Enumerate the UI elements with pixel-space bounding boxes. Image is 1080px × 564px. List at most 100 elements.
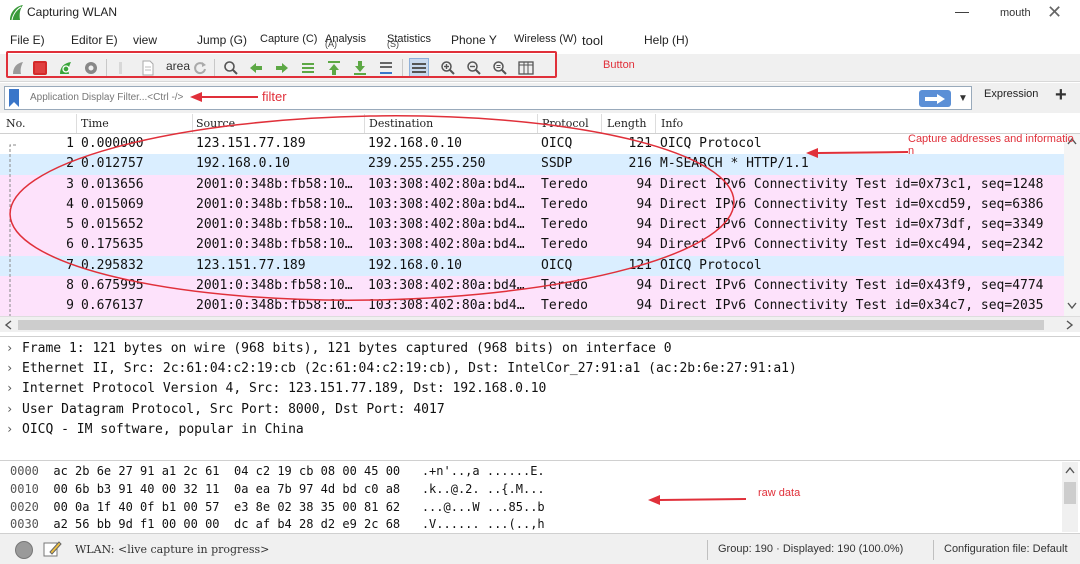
hex-bytes: a2 56 bb 9d f1 00 00 00 dc af b4 28 d2 e… (53, 517, 401, 531)
zoom-normal-icon[interactable] (490, 58, 510, 78)
hex-offset: 0030 (10, 517, 39, 531)
capture-comment-icon[interactable] (42, 539, 62, 559)
close-window-button[interactable]: ✕ (1047, 3, 1062, 21)
zoom-in-icon[interactable] (438, 58, 458, 78)
menu-tools[interactable]: tool (582, 33, 603, 48)
packet-list-annotation-arrow (806, 148, 909, 158)
auto-scroll-icon[interactable] (376, 58, 396, 78)
filter-annotation-label: filter (262, 89, 287, 104)
menu-statistics-accel: (S) (387, 39, 399, 49)
go-back-icon[interactable] (246, 58, 266, 78)
scrollbar-thumb[interactable] (1064, 482, 1076, 504)
detail-frame: Frame 1: 121 bytes on wire (968 bits), 1… (22, 341, 672, 356)
hex-offset: 0020 (10, 500, 39, 514)
restart-capture-icon[interactable] (55, 58, 75, 78)
zoom-out-icon[interactable] (464, 58, 484, 78)
shark-fin-logo-icon (10, 5, 23, 21)
bookmark-icon[interactable] (9, 89, 19, 107)
resize-columns-icon[interactable] (516, 58, 536, 78)
open-file-icon[interactable] (112, 58, 132, 78)
toolbar-separator (106, 59, 107, 77)
toolbar-annotation-label: Button (603, 59, 635, 71)
filter-history-dropdown[interactable]: ▼ (958, 93, 968, 104)
user-label: mouth (1000, 7, 1031, 19)
go-first-packet-icon[interactable] (324, 58, 344, 78)
bytes-vertical-scrollbar[interactable] (1062, 462, 1078, 532)
hex-ascii: .V...... ...(..,h (421, 517, 545, 531)
hex-bytes: 00 0a 1f 40 0f b1 00 57 e3 8e 02 38 35 0… (53, 500, 401, 514)
detail-tree-item[interactable]: › Ethernet II, Src: 2c:61:04:c2:19:cb (2c… (6, 361, 797, 381)
detail-tree-item[interactable]: › OICQ - IM software, popular in China (6, 422, 304, 442)
start-capture-icon[interactable] (8, 58, 28, 78)
detail-udp: User Datagram Protocol, Src Port: 8000, … (22, 402, 445, 417)
detail-ethernet: Ethernet II, Src: 2c:61:04:c2:19:cb (2c:… (22, 361, 797, 376)
menu-capture[interactable]: Capture (C) (260, 33, 317, 45)
expression-button[interactable]: Expression (984, 88, 1038, 100)
expand-chevron-icon[interactable]: › (6, 341, 22, 355)
menu-wireless[interactable]: Wireless (W) (514, 33, 577, 45)
scroll-right-icon[interactable] (1066, 320, 1074, 330)
filter-annotation-arrow (190, 92, 258, 102)
detail-ipv4: Internet Protocol Version 4, Src: 123.15… (22, 381, 547, 396)
display-filter-bar: Application Display Filter...<Ctrl -/> ▼… (0, 83, 1080, 113)
go-to-packet-icon[interactable] (298, 58, 318, 78)
hex-row[interactable]: 0030 a2 56 bb 9d f1 00 00 00 dc af b4 28… (10, 517, 545, 532)
hex-bytes: 00 6b b3 91 40 00 32 11 0a ea 7b 97 4d b… (53, 482, 401, 496)
hex-row[interactable]: 0020 00 0a 1f 40 0f b1 00 57 e3 8e 02 38… (10, 500, 545, 518)
window-title: Capturing WLAN (27, 5, 118, 19)
hex-annotation-arrow (648, 495, 747, 505)
hex-offset: 0000 (10, 464, 39, 478)
status-separator (707, 540, 708, 560)
scroll-left-icon[interactable] (4, 320, 12, 330)
go-forward-icon[interactable] (272, 58, 292, 78)
hex-row[interactable]: 0000 ac 2b 6e 27 91 a1 2c 61 04 c2 19 cb… (10, 464, 545, 482)
reload-icon[interactable] (190, 58, 210, 78)
title-bar: Capturing WLAN — mouth ✕ (0, 0, 1080, 28)
scroll-up-icon[interactable] (1065, 466, 1075, 474)
packet-list-vertical-scrollbar[interactable] (1064, 134, 1080, 316)
detail-tree-item[interactable]: › Internet Protocol Version 4, Src: 123.1… (6, 381, 546, 401)
status-bar: WLAN: <live capture in progress> Group: … (0, 533, 1080, 564)
expand-chevron-icon[interactable]: › (6, 381, 22, 395)
toolbar-area-label: area (166, 59, 191, 73)
status-interface: WLAN: <live capture in progress> (75, 543, 270, 556)
detail-tree-item[interactable]: › Frame 1: 121 bytes on wire (968 bits), … (6, 341, 672, 361)
status-profile[interactable]: Configuration file: Default (944, 543, 1068, 555)
colorize-icon[interactable] (409, 58, 429, 78)
add-filter-button[interactable]: + (1055, 85, 1067, 105)
go-last-packet-icon[interactable] (350, 58, 370, 78)
expand-chevron-icon[interactable]: › (6, 422, 22, 436)
packet-list-horizontal-scrollbar[interactable] (0, 316, 1080, 332)
detail-oicq: OICQ - IM software, popular in China (22, 422, 304, 437)
expand-chevron-icon[interactable]: › (6, 402, 22, 416)
hex-annotation-label: raw data (758, 487, 801, 499)
display-filter-input[interactable]: Application Display Filter...<Ctrl -/> ▼ (4, 86, 972, 110)
find-packet-icon[interactable] (221, 58, 241, 78)
scroll-down-icon[interactable] (1067, 302, 1077, 310)
expert-info-icon[interactable] (14, 540, 34, 560)
menu-file[interactable]: File E) (10, 33, 45, 47)
hex-ascii: ...@...W ...85..b (421, 500, 545, 514)
hex-ascii: .+n'..,a ......E. (421, 464, 545, 478)
expand-chevron-icon[interactable]: › (6, 361, 22, 375)
filter-placeholder: Application Display Filter...<Ctrl -/> (30, 92, 184, 103)
packet-list-annotation-ellipse (9, 115, 735, 301)
detail-tree-item[interactable]: › User Datagram Protocol, Src Port: 8000,… (6, 402, 445, 422)
menu-go[interactable]: Jump (G) (197, 33, 247, 47)
menu-telephony[interactable]: Phone Y (451, 33, 497, 47)
hex-offset: 0010 (10, 482, 39, 496)
packet-list-annotation-label: Capture addresses and informatio n (908, 133, 1074, 157)
minimize-button[interactable]: — (955, 3, 969, 19)
apply-filter-arrow-icon[interactable] (919, 90, 951, 107)
save-file-icon[interactable] (138, 58, 158, 78)
menu-help[interactable]: Help (H) (644, 33, 689, 47)
hex-row[interactable]: 0010 00 6b b3 91 40 00 32 11 0a ea 7b 97… (10, 482, 545, 500)
capture-options-icon[interactable] (81, 58, 101, 78)
stop-capture-icon[interactable] (30, 58, 50, 78)
menu-edit[interactable]: Editor E) (71, 33, 118, 47)
scrollbar-thumb[interactable] (18, 320, 1044, 330)
status-separator (933, 540, 934, 560)
packet-details-pane: › Frame 1: 121 bytes on wire (968 bits), … (0, 336, 1080, 440)
hex-ascii: .k..@.2. ..{.M... (421, 482, 545, 496)
menu-view[interactable]: view (133, 33, 157, 47)
